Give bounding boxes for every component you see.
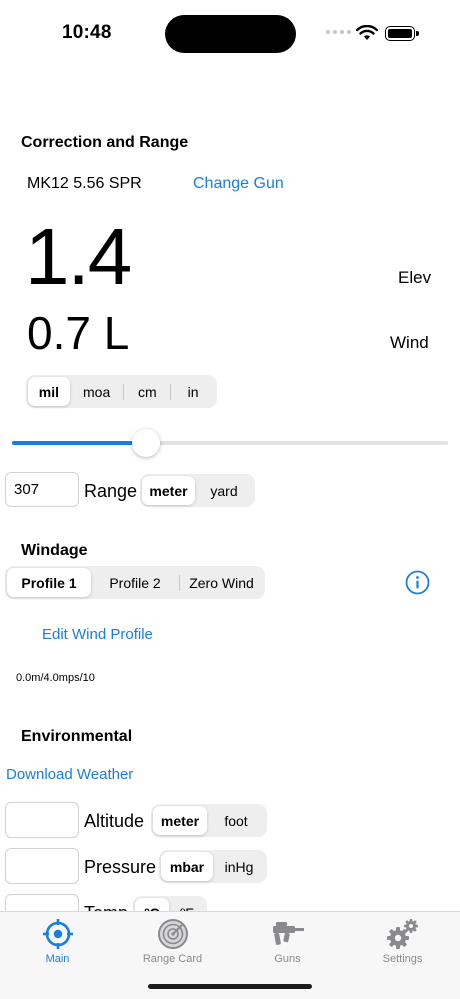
windage-section-title: Windage	[21, 542, 88, 559]
tab-range-card[interactable]: Range Card	[115, 918, 230, 965]
altitude-unit-meter[interactable]: meter	[153, 806, 207, 835]
rifle-icon	[272, 922, 304, 945]
pressure-unit-selector[interactable]: mbar inHg	[159, 850, 267, 883]
unit-option-moa[interactable]: moa	[70, 377, 124, 406]
tab-guns[interactable]: Guns	[230, 918, 345, 965]
tab-settings[interactable]: Settings	[345, 918, 460, 965]
range-label: Range	[84, 481, 138, 501]
range-slider-fill	[12, 441, 146, 445]
range-unit-selector[interactable]: meter yard	[140, 474, 255, 507]
correction-section-title: Correction and Range	[21, 134, 189, 151]
pressure-input[interactable]	[5, 848, 79, 884]
gears-icon	[386, 919, 418, 949]
altitude-label: Altitude	[84, 811, 145, 831]
range-unit-meter[interactable]: meter	[142, 476, 195, 505]
unit-option-cm[interactable]: cm	[124, 377, 170, 406]
dynamic-island	[165, 15, 296, 53]
wind-profile-2[interactable]: Profile 2	[91, 568, 179, 597]
status-bar: 10:48	[0, 0, 460, 70]
cellular-signal-icon	[326, 30, 351, 34]
windage-label: Wind	[390, 333, 429, 352]
tab-range-card-label: Range Card	[142, 953, 203, 965]
altitude-input[interactable]	[5, 802, 79, 838]
edit-wind-profile-link[interactable]: Edit Wind Profile	[42, 626, 153, 643]
unit-option-in[interactable]: in	[171, 377, 215, 406]
radar-icon	[157, 919, 188, 949]
pressure-unit-inhg[interactable]: inHg	[213, 852, 265, 881]
environmental-section-title: Environmental	[21, 728, 133, 745]
pressure-unit-mbar[interactable]: mbar	[161, 852, 213, 881]
range-input[interactable]: 307	[5, 472, 79, 507]
windage-value: 0.7 L	[27, 307, 130, 359]
change-gun-button[interactable]: Change Gun	[193, 175, 284, 193]
crosshair-icon	[42, 919, 73, 949]
altitude-unit-selector[interactable]: meter foot	[151, 804, 267, 837]
altitude-unit-foot[interactable]: foot	[207, 806, 265, 835]
wind-profile-selector[interactable]: Profile 1 Profile 2 Zero Wind	[5, 566, 265, 599]
download-weather-link[interactable]: Download Weather	[6, 766, 133, 783]
unit-option-mil[interactable]: mil	[28, 377, 70, 406]
gun-name: MK12 5.56 SPR	[27, 175, 142, 192]
status-time: 10:48	[62, 22, 112, 43]
elevation-label: Elev	[398, 268, 432, 287]
home-indicator	[148, 984, 312, 989]
correction-unit-selector[interactable]: mil moa cm in	[26, 375, 217, 408]
pressure-label: Pressure	[84, 857, 157, 877]
wind-summary: 0.0m/4.0mps/10	[16, 672, 95, 684]
range-slider-thumb[interactable]	[132, 429, 160, 457]
wind-profile-1[interactable]: Profile 1	[7, 568, 91, 597]
wifi-icon	[356, 25, 378, 40]
tab-main[interactable]: Main	[0, 918, 115, 965]
tab-settings-label: Settings	[382, 953, 423, 965]
tab-main-label: Main	[45, 953, 70, 965]
tab-guns-label: Guns	[274, 953, 301, 965]
battery-icon	[385, 26, 419, 41]
range-unit-yard[interactable]: yard	[195, 476, 253, 505]
elevation-value: 1.4	[25, 212, 132, 301]
wind-profile-zero[interactable]: Zero Wind	[180, 568, 263, 597]
info-icon[interactable]	[405, 570, 430, 595]
